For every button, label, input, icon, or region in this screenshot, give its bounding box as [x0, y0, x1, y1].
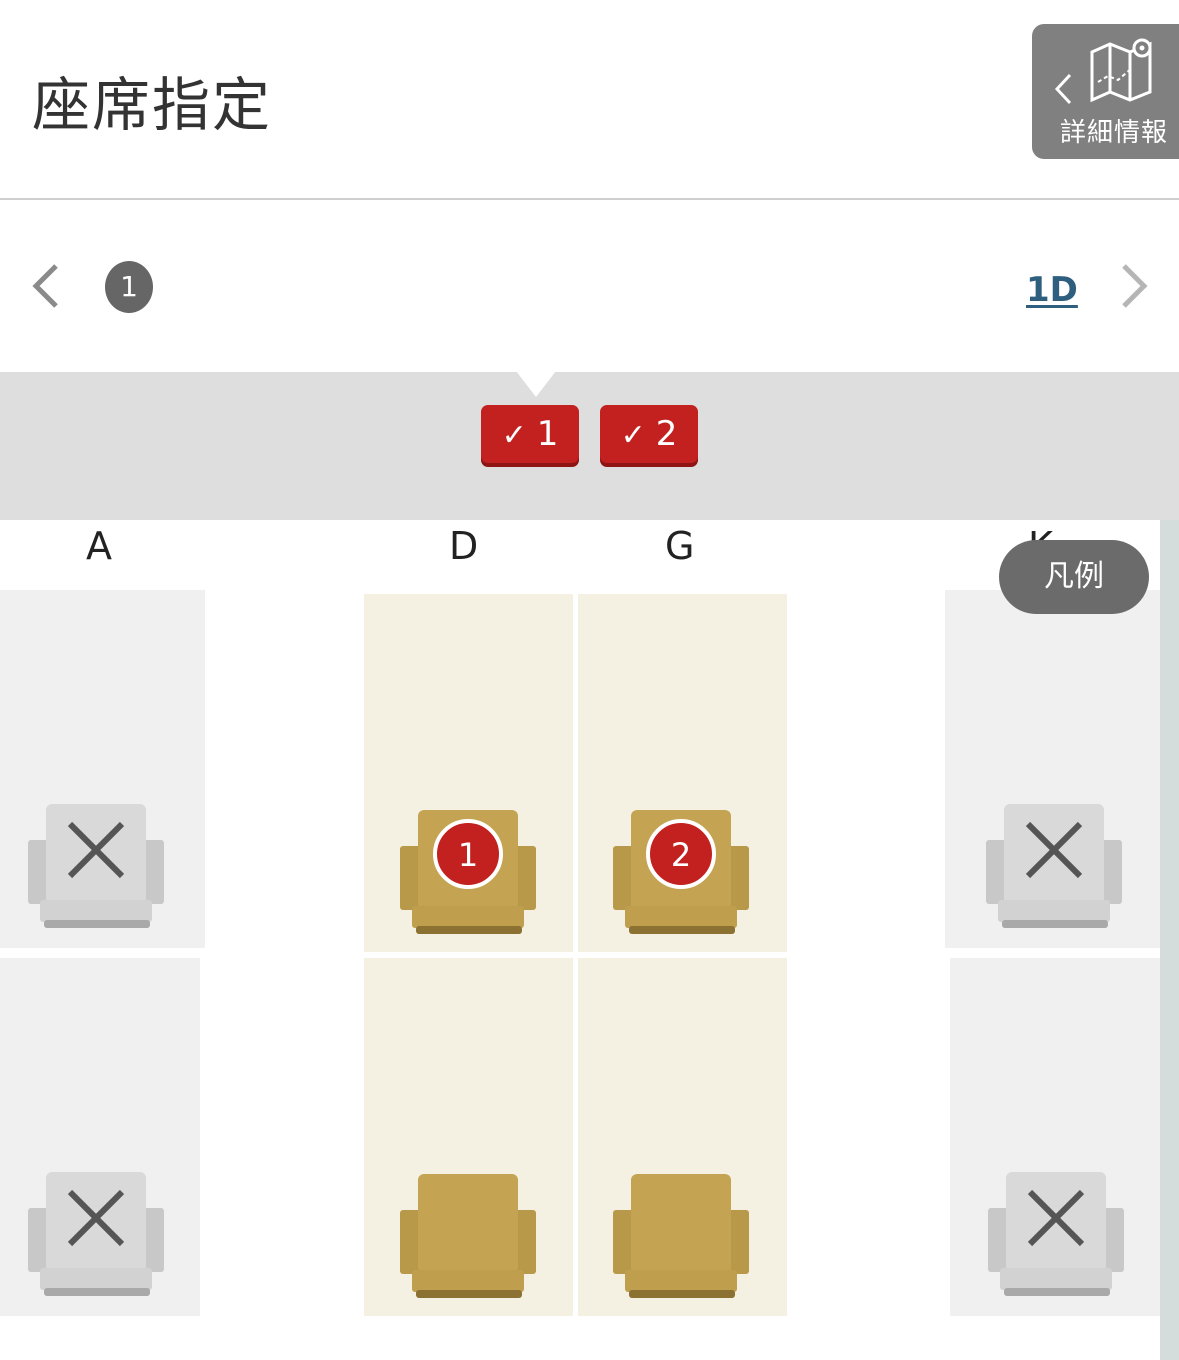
map-icon	[1088, 38, 1156, 108]
seat-2d-available[interactable]	[398, 1172, 538, 1302]
seat-passenger-number: 2	[671, 836, 691, 874]
passenger-number-badge[interactable]: 1	[105, 261, 153, 313]
selected-passenger-chip[interactable]: ✓ 1	[481, 405, 579, 463]
seat-passenger-number: 1	[458, 836, 478, 874]
selected-passengers-bar: ✓ 1 ✓ 2	[0, 371, 1179, 520]
selected-passenger-chip[interactable]: ✓ 2	[600, 405, 698, 463]
seat-1g-selected[interactable]: 2	[611, 808, 751, 938]
seat-1a-unavailable	[26, 802, 166, 932]
seat-1d-selected[interactable]: 1	[398, 808, 538, 938]
pointer-notch	[516, 371, 556, 397]
seat-2k-unavailable	[986, 1170, 1126, 1300]
seat-2g-available[interactable]	[611, 1172, 751, 1302]
passenger-number: 1	[536, 414, 559, 454]
page-title: 座席指定	[32, 71, 273, 139]
seat-2a-unavailable	[26, 1170, 166, 1300]
column-label-a: A	[86, 524, 112, 568]
detail-info-label: 詳細情報	[1060, 118, 1169, 148]
passenger-number: 2	[655, 414, 678, 454]
chevron-right-icon[interactable]	[1118, 262, 1150, 314]
detail-info-button[interactable]: 詳細情報	[1032, 24, 1179, 159]
chevron-left-icon[interactable]	[30, 262, 62, 314]
legend-button[interactable]: 凡例	[999, 540, 1149, 614]
seat-1k-unavailable	[984, 802, 1124, 932]
column-label-g: G	[665, 524, 695, 568]
header: 座席指定 詳細情報	[0, 0, 1179, 201]
scroll-rail[interactable]	[1160, 520, 1179, 1360]
chevron-left-icon	[1054, 72, 1074, 110]
check-icon: ✓	[501, 418, 527, 453]
column-label-d: D	[449, 524, 479, 568]
check-icon: ✓	[620, 418, 646, 453]
passenger-pager: 1 1D	[0, 200, 1179, 372]
current-seat-link[interactable]: 1D	[1026, 270, 1078, 310]
